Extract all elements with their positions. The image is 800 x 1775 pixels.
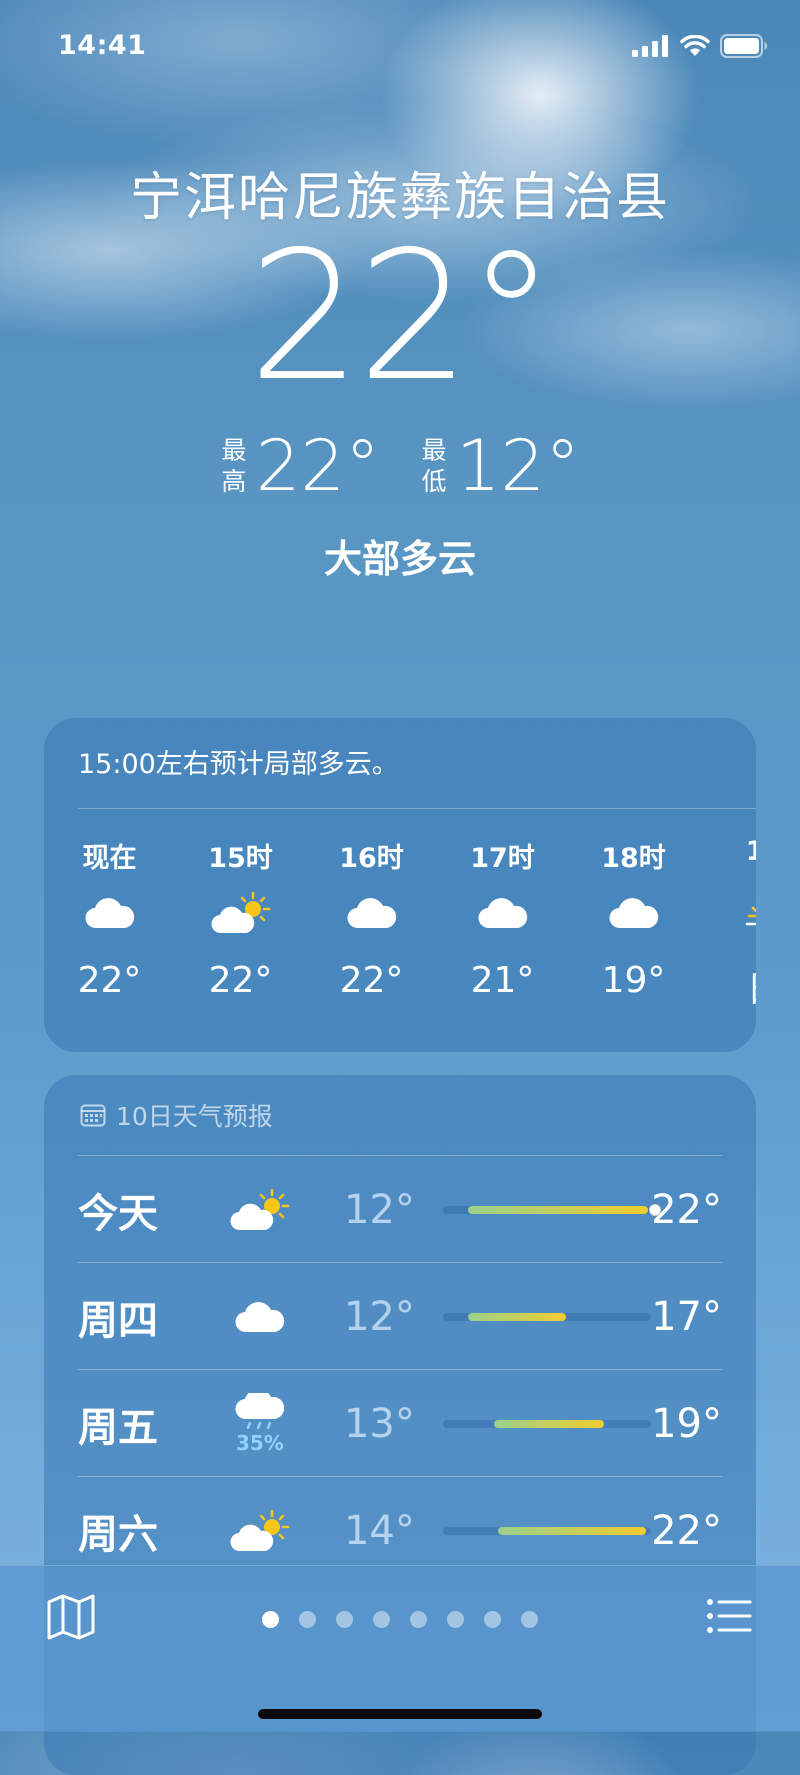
temperature-range-fill: [497, 1526, 647, 1535]
temperature-range-fill: [493, 1419, 604, 1428]
day-low: 12°: [343, 1293, 415, 1340]
hour-item: 18时 19°: [568, 836, 699, 1012]
status-time: 14:41: [58, 30, 147, 61]
daily-title: 10日天气预报: [80, 1097, 273, 1133]
hour-label: 现在: [82, 843, 137, 874]
battery-icon: [720, 34, 767, 58]
page-dot[interactable]: [373, 1611, 390, 1628]
day-low: 12°: [343, 1186, 415, 1233]
day-row[interactable]: 周五 35% 13° 19°: [78, 1369, 722, 1477]
hour-label: 18时: [601, 843, 666, 874]
day-row[interactable]: 今天 12° 22°: [78, 1155, 722, 1263]
high-label: 最高: [221, 436, 247, 496]
hour-label: 15时: [208, 843, 273, 874]
divider: [78, 808, 756, 809]
page-dot[interactable]: [336, 1611, 353, 1628]
partly-sunny-icon: [210, 876, 271, 950]
temperature-range-bar: [442, 1419, 652, 1428]
temperature-range-bar: [442, 1203, 661, 1216]
hour-temp: 日: [746, 960, 756, 1012]
cloud-icon: [477, 876, 529, 950]
high-temperature: 22°: [255, 425, 380, 507]
bottom-toolbar: [0, 1565, 800, 1732]
high-temperature-group: 最高 22°: [220, 425, 380, 507]
day-low: 13°: [343, 1400, 415, 1447]
home-indicator[interactable]: [258, 1709, 542, 1719]
sunset-icon: [739, 876, 756, 950]
cellular-signal-icon: [632, 35, 668, 57]
hour-item: 15时 22°: [175, 836, 306, 1012]
hour-temp: 19°: [601, 960, 666, 1001]
status-icons: [632, 34, 768, 58]
low-label: 最低: [421, 436, 447, 496]
temperature-range-fill: [468, 1312, 566, 1321]
page-dot[interactable]: [447, 1611, 464, 1628]
day-high: 22°: [651, 1507, 722, 1554]
page-dot[interactable]: [410, 1611, 427, 1628]
day-low: 14°: [343, 1507, 415, 1554]
hourly-list[interactable]: 现在 22° 15时 22° 16时 22° 17时 21° 18时 19° 1: [44, 836, 756, 1012]
day-name: 周六: [78, 1511, 158, 1558]
page-dot[interactable]: [262, 1611, 279, 1628]
hour-item: 17时 21°: [437, 836, 568, 1012]
high-low: 最高 22° 最低 12°: [0, 425, 800, 507]
hour-temp: 22°: [339, 960, 404, 1001]
hourly-summary: 15:00左右预计局部多云。: [78, 749, 399, 780]
temperature-range-bar: [442, 1312, 652, 1321]
day-row[interactable]: 周四 12° 17°: [78, 1262, 722, 1370]
current-temp-dot: [648, 1203, 661, 1216]
daily-title-text: 10日天气预报: [116, 1102, 273, 1131]
current-temperature: 22°: [248, 213, 556, 420]
low-temperature-group: 最低 12°: [420, 425, 580, 507]
hour-item: 18 日: [699, 836, 756, 1012]
cloud-icon: [84, 876, 136, 950]
day-high: 19°: [651, 1400, 722, 1447]
day-name: 今天: [78, 1190, 158, 1237]
hour-label: 18: [745, 836, 756, 867]
cloud-icon: [346, 876, 398, 950]
hour-temp: 21°: [470, 960, 535, 1001]
calendar-icon: [80, 1104, 106, 1127]
city-list-button[interactable]: [704, 1591, 754, 1641]
cloud-icon: [206, 1277, 314, 1357]
hour-temp: 22°: [208, 960, 273, 1001]
hour-label: 16时: [339, 843, 404, 874]
rain-icon: 35%: [206, 1384, 314, 1464]
wifi-icon: [680, 35, 710, 56]
temperature-range-bar: [442, 1526, 652, 1535]
page-dot[interactable]: [484, 1611, 501, 1628]
page-dot[interactable]: [299, 1611, 316, 1628]
hour-temp: 22°: [77, 960, 142, 1001]
partly-sunny-icon: [206, 1170, 314, 1250]
hour-item: 现在 22°: [44, 836, 175, 1012]
weather-condition: 大部多云: [323, 537, 476, 581]
page-indicator[interactable]: [0, 1611, 800, 1628]
page-dot[interactable]: [521, 1611, 538, 1628]
day-name: 周五: [78, 1404, 158, 1451]
precipitation-chance: 35%: [235, 1430, 284, 1455]
list-icon: [707, 1599, 752, 1633]
cloud-icon: [608, 876, 660, 950]
hour-label: 17时: [470, 843, 535, 874]
low-temperature: 12°: [456, 425, 581, 507]
day-high: 22°: [651, 1186, 722, 1233]
hour-item: 16时 22°: [306, 836, 437, 1012]
hourly-forecast-card[interactable]: 15:00左右预计局部多云。 现在 22° 15时 22° 16时 22° 17…: [44, 718, 756, 1052]
partly-sunny-icon: [206, 1491, 314, 1571]
temperature-range-fill: [468, 1205, 649, 1214]
day-high: 17°: [651, 1293, 722, 1340]
day-name: 周四: [78, 1297, 158, 1344]
